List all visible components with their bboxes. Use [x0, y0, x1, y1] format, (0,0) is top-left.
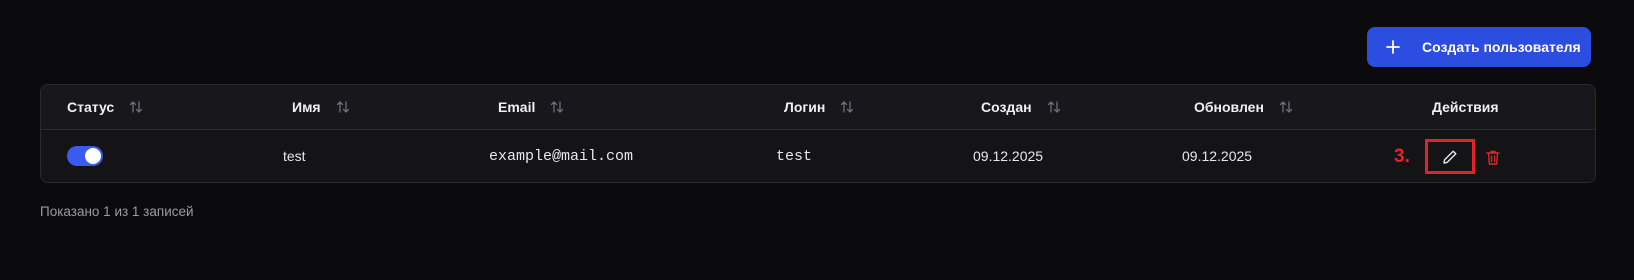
created-cell: 09.12.2025	[973, 148, 1044, 164]
email-cell: example@mail.com	[489, 147, 634, 165]
table-header: Статус Имя Email Логин Создан Обновлен Д…	[41, 85, 1595, 130]
column-header-label: Обновлен	[1194, 99, 1264, 115]
create-user-button[interactable]: Создать пользователя	[1367, 27, 1591, 67]
column-header-label: Создан	[981, 99, 1032, 115]
column-header-label: Статус	[67, 99, 115, 115]
sort-icon[interactable]	[128, 99, 144, 115]
create-user-label: Создать пользователя	[1422, 39, 1581, 55]
column-header-name[interactable]: Имя	[292, 85, 351, 129]
column-header-status[interactable]: Статус	[67, 85, 144, 129]
column-header-email[interactable]: Email	[498, 85, 565, 129]
users-page: Создать пользователя Статус Имя Email Ло…	[0, 0, 1634, 280]
edit-button[interactable]	[1425, 139, 1475, 174]
status-cell	[67, 130, 103, 182]
column-header-label: Логин	[784, 99, 826, 115]
column-header-actions: Действия	[1432, 85, 1499, 129]
column-header-label: Имя	[292, 99, 321, 115]
column-header-login[interactable]: Логин	[784, 85, 855, 129]
toggle-knob	[85, 148, 101, 164]
login-cell: test	[776, 147, 813, 165]
delete-button[interactable]	[1482, 146, 1504, 168]
column-header-created[interactable]: Создан	[981, 85, 1062, 129]
sort-icon[interactable]	[335, 99, 351, 115]
name-cell: test	[283, 148, 306, 164]
users-table: Статус Имя Email Логин Создан Обновлен Д…	[40, 84, 1596, 183]
sort-icon[interactable]	[1046, 99, 1062, 115]
sort-icon[interactable]	[549, 99, 565, 115]
records-summary: Показано 1 из 1 записей	[40, 204, 194, 219]
column-header-label: Email	[498, 99, 536, 115]
column-header-label: Действия	[1432, 99, 1499, 115]
step-annotation-label: 3.	[1394, 146, 1410, 167]
edit-icon	[1442, 149, 1458, 165]
table-row: test example@mail.com test 09.12.2025 09…	[41, 130, 1595, 182]
plus-icon	[1385, 40, 1401, 54]
column-header-updated[interactable]: Обновлен	[1194, 85, 1294, 129]
sort-icon[interactable]	[1278, 99, 1294, 115]
status-toggle[interactable]	[67, 146, 103, 166]
sort-icon[interactable]	[839, 99, 855, 115]
trash-icon	[1485, 149, 1501, 166]
updated-cell: 09.12.2025	[1182, 148, 1253, 164]
